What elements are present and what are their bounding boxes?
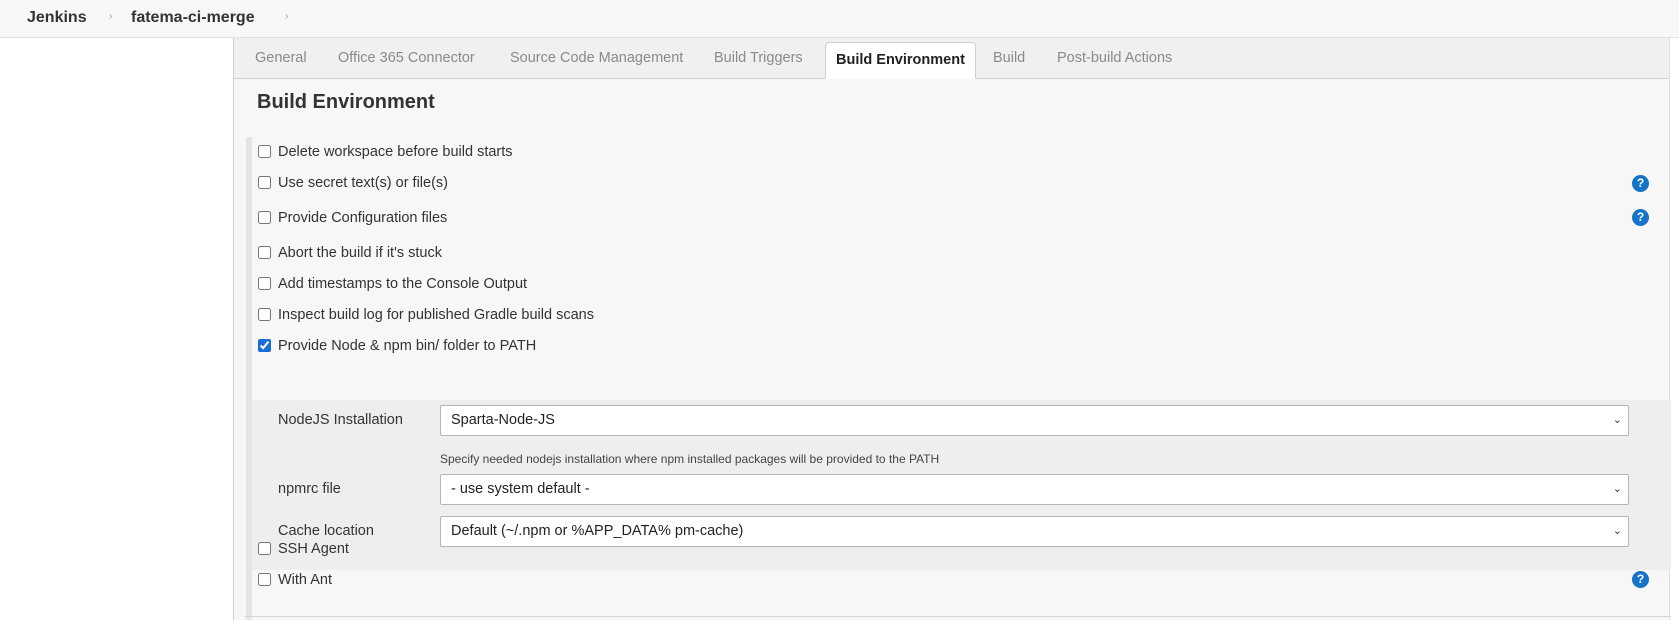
config-files-checkbox[interactable] bbox=[258, 211, 271, 224]
timestamps-checkbox[interactable] bbox=[258, 277, 271, 290]
chevron-down-icon: ⌄ bbox=[1612, 525, 1622, 537]
abort-stuck-checkbox[interactable] bbox=[258, 246, 271, 259]
chevron-down-icon: ⌄ bbox=[1612, 414, 1622, 426]
nodejs-installation-value: Sparta-Node-JS bbox=[451, 412, 555, 428]
breadcrumb-jenkins[interactable]: Jenkins bbox=[27, 9, 87, 27]
help-icon[interactable]: ? bbox=[1632, 209, 1649, 226]
node-npm-path-checkbox[interactable] bbox=[258, 339, 271, 352]
cache-location-value: Default (~/.npm or %APP_DATA% pm-cache) bbox=[451, 523, 744, 539]
option-label: Provide Node & npm bin/ folder to PATH bbox=[278, 338, 537, 354]
option-label: Add timestamps to the Console Output bbox=[278, 276, 528, 292]
tab-build-environment[interactable]: Build Environment bbox=[825, 42, 976, 79]
help-icon[interactable]: ? bbox=[1632, 175, 1649, 192]
nodejs-installation-hint: Specify needed nodejs installation where… bbox=[440, 452, 940, 466]
section-bottom-divider bbox=[244, 616, 1671, 617]
npmrc-file-select[interactable]: - use system default - ⌄ bbox=[440, 474, 1629, 505]
nodejs-installation-select[interactable]: Sparta-Node-JS ⌄ bbox=[440, 405, 1629, 436]
section-title: Build Environment bbox=[257, 91, 435, 113]
option-label: Inspect build log for published Gradle b… bbox=[278, 307, 594, 323]
npmrc-file-label: npmrc file bbox=[278, 481, 341, 497]
tab-source-code-management[interactable]: Source Code Management bbox=[510, 38, 683, 78]
gradle-scans-checkbox[interactable] bbox=[258, 308, 271, 321]
option-label: With Ant bbox=[278, 572, 332, 588]
chevron-down-icon: ⌄ bbox=[1612, 483, 1622, 495]
breadcrumb: Jenkins › fatema-ci-merge › bbox=[0, 0, 1679, 38]
tab-post-build-actions[interactable]: Post-build Actions bbox=[1057, 38, 1172, 78]
config-tabs: General Office 365 Connector Source Code… bbox=[234, 38, 1669, 79]
option-label: Use secret text(s) or file(s) bbox=[278, 175, 448, 191]
nodejs-config-block: NodeJS Installation Sparta-Node-JS ⌄ Spe… bbox=[252, 400, 1671, 570]
cache-location-select[interactable]: Default (~/.npm or %APP_DATA% pm-cache) … bbox=[440, 516, 1629, 547]
secret-files-checkbox[interactable] bbox=[258, 176, 271, 189]
tab-office-365-connector[interactable]: Office 365 Connector bbox=[338, 38, 475, 78]
config-panel: General Office 365 Connector Source Code… bbox=[233, 38, 1671, 620]
delete-workspace-checkbox[interactable] bbox=[258, 145, 271, 158]
option-label: Abort the build if it's stuck bbox=[278, 245, 442, 261]
breadcrumb-job[interactable]: fatema-ci-merge bbox=[131, 9, 255, 27]
ssh-agent-checkbox[interactable] bbox=[258, 542, 271, 555]
breadcrumb-menu-chevron-icon[interactable]: › bbox=[285, 11, 288, 22]
breadcrumb-separator-icon: › bbox=[109, 11, 113, 22]
tab-build-triggers[interactable]: Build Triggers bbox=[714, 38, 803, 78]
tab-general[interactable]: General bbox=[255, 38, 307, 78]
npmrc-file-value: - use system default - bbox=[451, 481, 590, 497]
option-label: Provide Configuration files bbox=[278, 210, 448, 226]
with-ant-checkbox[interactable] bbox=[258, 573, 271, 586]
nodejs-installation-label: NodeJS Installation bbox=[278, 412, 403, 428]
option-label: Delete workspace before build starts bbox=[278, 144, 513, 160]
help-icon[interactable]: ? bbox=[1632, 571, 1649, 588]
tab-build[interactable]: Build bbox=[993, 38, 1025, 78]
option-label: SSH Agent bbox=[278, 541, 349, 557]
cache-location-label: Cache location bbox=[278, 523, 374, 539]
